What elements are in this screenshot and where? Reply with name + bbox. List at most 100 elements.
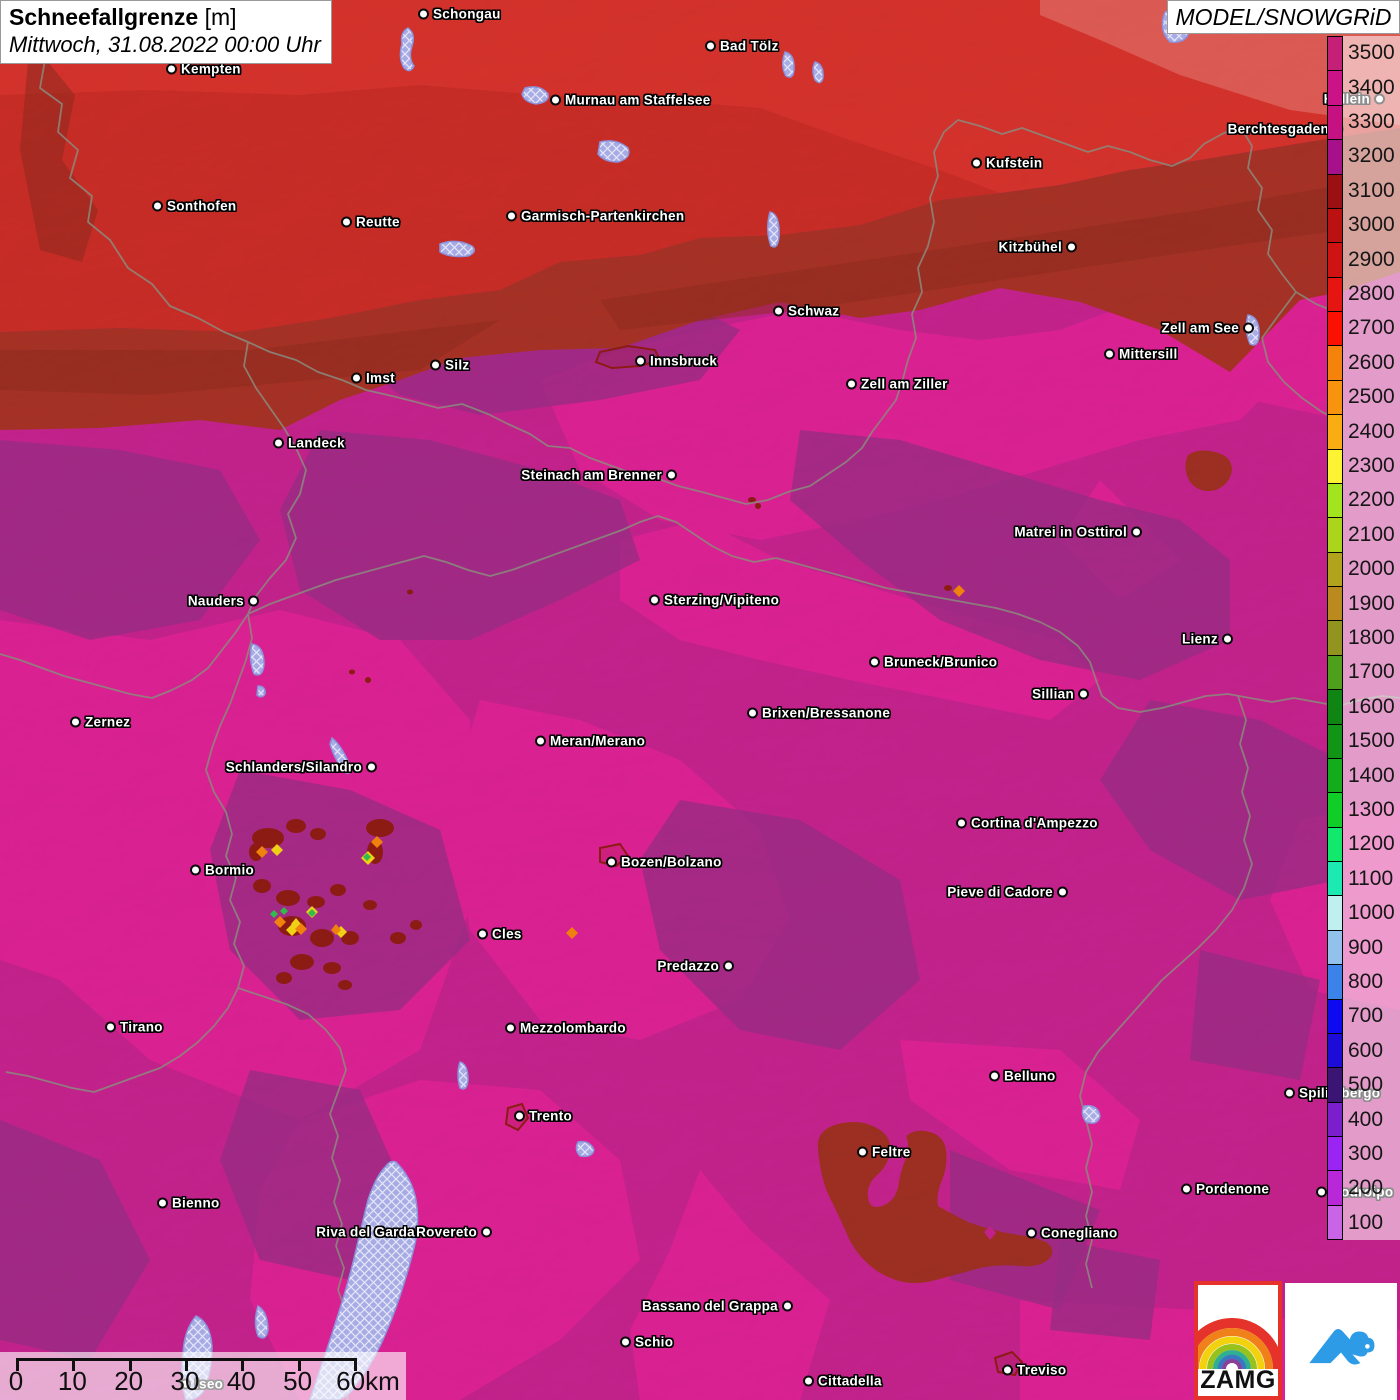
- scalebar-tick-label: 0: [9, 1366, 23, 1397]
- city-marker: Brixen/Bressanone: [747, 706, 890, 721]
- colorbar-tick-label: 2100: [1348, 523, 1395, 547]
- city-dot-icon: [857, 1147, 868, 1158]
- city-label: Garmisch-Partenkirchen: [521, 209, 684, 224]
- city-marker: Innsbruck: [635, 354, 717, 369]
- city-dot-icon: [535, 736, 546, 747]
- city-label: Cittadella: [818, 1374, 882, 1389]
- city-label: Brixen/Bressanone: [762, 706, 890, 721]
- city-label: Lienz: [1182, 632, 1218, 647]
- colorbar-segment: [1328, 106, 1342, 140]
- city-marker: Bad Tölz: [705, 39, 779, 54]
- city-label: Steinach am Brenner: [521, 468, 662, 483]
- city-marker: Mittersill: [1104, 347, 1178, 362]
- city-label: Belluno: [1004, 1069, 1056, 1084]
- city-dot-icon: [430, 360, 441, 371]
- city-marker: Tirano: [105, 1020, 163, 1035]
- city-label: Bassano del Grappa: [642, 1299, 778, 1314]
- city-label: Innsbruck: [650, 354, 717, 369]
- city-marker: Mezzolombardo: [505, 1021, 626, 1036]
- colorbar-segment: [1328, 621, 1342, 655]
- colorbar-tick-label: 2000: [1348, 557, 1395, 581]
- city-dot-icon: [105, 1022, 116, 1033]
- city-label: Mittersill: [1119, 347, 1178, 362]
- city-marker: Lienz: [1182, 632, 1233, 647]
- city-label: Tirano: [120, 1020, 163, 1035]
- city-label: Bad Tölz: [720, 39, 779, 54]
- city-marker: Kitzbühel: [999, 240, 1077, 255]
- city-dot-icon: [869, 657, 880, 668]
- city-dot-icon: [1284, 1088, 1295, 1099]
- city-marker: Trento: [514, 1109, 572, 1124]
- city-dot-icon: [1181, 1184, 1192, 1195]
- city-label: Kitzbühel: [999, 240, 1062, 255]
- scalebar-tick-label: 20: [114, 1366, 143, 1397]
- colorbar-tick-label: 100: [1348, 1211, 1383, 1235]
- city-marker: Nauders: [188, 594, 259, 609]
- city-dot-icon: [956, 818, 967, 829]
- city-marker: Sillian: [1032, 687, 1089, 702]
- city-marker: Schwaz: [773, 304, 839, 319]
- city-label: Sterzing/Vipiteno: [664, 593, 779, 608]
- city-label: Nauders: [188, 594, 244, 609]
- city-marker: Zell am Ziller: [846, 377, 948, 392]
- snowfall-limit-map-screen: SchongauBad TölzKemptenMurnau am Staffel…: [0, 0, 1400, 1400]
- city-label: Zell am Ziller: [861, 377, 948, 392]
- scalebar-tick-label: 30: [171, 1366, 200, 1397]
- colorbar-segment: [1328, 1068, 1342, 1102]
- colorbar-tick-label: 1700: [1348, 660, 1395, 684]
- city-marker: Rovereto: [416, 1225, 492, 1240]
- colorbar-segment: [1328, 278, 1342, 312]
- city-label: Bormio: [205, 863, 254, 878]
- city-dot-icon: [723, 961, 734, 972]
- colorbar-segment: [1328, 896, 1342, 930]
- city-dot-icon: [1078, 689, 1089, 700]
- colorbar-segment: [1328, 346, 1342, 380]
- city-marker: Kufstein: [971, 156, 1042, 171]
- zamg-logo-text: ZAMG: [1198, 1366, 1278, 1395]
- colorbar-tick-label: 2500: [1348, 385, 1395, 409]
- colorbar-segment: [1328, 209, 1342, 243]
- city-label: Bruneck/Brunico: [884, 655, 997, 670]
- colorbar-segment: [1328, 690, 1342, 724]
- colorbar-segment: [1328, 450, 1342, 484]
- scalebar-tick-label: 60km: [336, 1366, 400, 1397]
- city-dot-icon: [152, 201, 163, 212]
- city-label: Schio: [635, 1335, 673, 1350]
- model-label: MODEL/SNOWGRiD: [1176, 4, 1392, 31]
- city-label: Pordenone: [1196, 1182, 1269, 1197]
- city-dot-icon: [506, 211, 517, 222]
- city-dot-icon: [70, 717, 81, 728]
- map-subtitle: Mittwoch, 31.08.2022 00:00 Uhr: [9, 31, 321, 59]
- city-label: Reutte: [356, 215, 400, 230]
- city-label: Feltre: [872, 1145, 911, 1160]
- city-label: Silz: [445, 358, 469, 373]
- colorbar-segment: [1328, 793, 1342, 827]
- city-marker: Sterzing/Vipiteno: [649, 593, 779, 608]
- city-marker: Landeck: [273, 436, 345, 451]
- city-dot-icon: [989, 1071, 1000, 1082]
- city-dot-icon: [351, 373, 362, 384]
- city-dot-icon: [635, 356, 646, 367]
- scalebar-tick-label: 10: [58, 1366, 87, 1397]
- colorbar-tick-label: 1900: [1348, 592, 1395, 616]
- city-label: Bienno: [172, 1196, 220, 1211]
- city-dot-icon: [649, 595, 660, 606]
- city-dot-icon: [481, 1227, 492, 1238]
- city-dot-icon: [366, 762, 377, 773]
- city-marker: Schongau: [418, 7, 501, 22]
- colorbar-tick-label: 400: [1348, 1108, 1383, 1132]
- city-dot-icon: [1104, 349, 1115, 360]
- city-label: Sillian: [1032, 687, 1074, 702]
- city-dot-icon: [273, 438, 284, 449]
- city-dot-icon: [418, 9, 429, 20]
- colorbar-segment: [1328, 381, 1342, 415]
- city-marker: Belluno: [989, 1069, 1056, 1084]
- colorbar-tick-label: 1200: [1348, 832, 1395, 856]
- city-marker: Murnau am Staffelsee: [550, 93, 711, 108]
- colorbar-segment: [1328, 656, 1342, 690]
- city-label: Matrei in Osttirol: [1014, 525, 1127, 540]
- city-dot-icon: [1066, 242, 1077, 253]
- city-marker: Zernez: [70, 715, 130, 730]
- city-label: Zell am See: [1161, 321, 1239, 336]
- city-label: Schongau: [433, 7, 501, 22]
